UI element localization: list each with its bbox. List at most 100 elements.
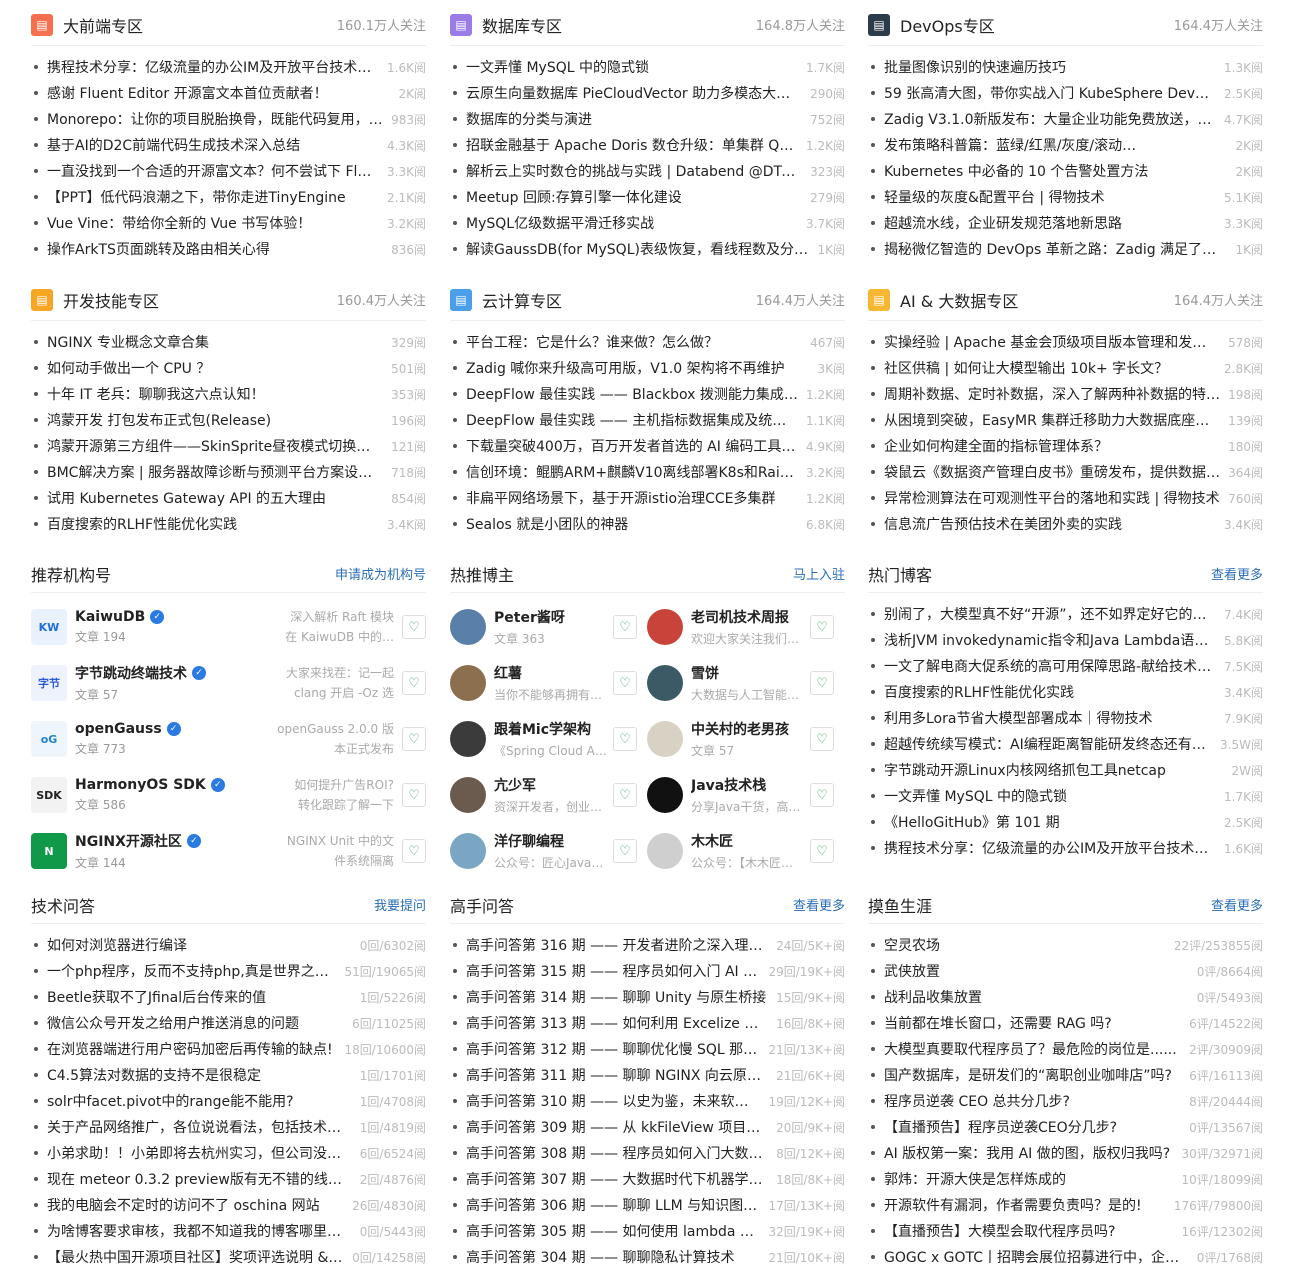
org-name-text[interactable]: openGauss [75, 721, 162, 737]
org-latest-article[interactable]: 深入解析 Raft 模块在 KaiwuDB 中的… [235, 607, 402, 647]
list-item[interactable]: 感谢 Fluent Editor 开源富文本首位贡献者！ 2K阅 [31, 80, 426, 106]
list-item[interactable]: 为啥博客要求审核，我都不知道我的博客哪里出了问题 0回/5443阅 [31, 1218, 426, 1244]
list-item[interactable]: 现在 meteor 0.3.2 preview版有无不错的线上例子 2回/4876… [31, 1166, 426, 1192]
list-item[interactable]: 高手问答第 309 期 —— 从 kkFileView 项目出发 20回/9K+阅 [450, 1114, 845, 1140]
follow-button[interactable]: ♡ [402, 783, 426, 807]
list-item[interactable]: MySQL亿级数据平滑迁移实战 3.7K阅 [450, 210, 845, 236]
list-item[interactable]: DeepFlow 最佳实践 —— 主机指标数据集成及统一展示 1.1K阅 [450, 407, 845, 433]
item-title[interactable]: 程序员逆袭 CEO 总共分几步? [884, 1091, 1189, 1111]
list-item[interactable]: 百度搜索的RLHF性能优化实践 3.4K阅 [31, 511, 426, 537]
follow-button[interactable]: ♡ [613, 727, 637, 751]
avatar[interactable] [647, 833, 683, 869]
article-title[interactable]: 非扁平网络场景下，基于开源istio治理CCE多集群 [466, 488, 806, 508]
list-item[interactable]: Beetle获取不了Jfinal后台传来的值 1回/5226阅 [31, 984, 426, 1010]
article-title[interactable]: 发布策略科普篇：蓝绿/红黑/灰度/滚动… [884, 135, 1235, 155]
article-title[interactable]: 【PPT】低代码浪潮之下，带你走进TinyEngine [47, 187, 387, 207]
item-title[interactable]: 一个php程序，反而不支持php,真是世界之大无奇不有 [47, 961, 345, 981]
avatar[interactable] [647, 609, 683, 645]
blogger-name[interactable]: 老司机技术周报 [691, 607, 804, 627]
item-title[interactable]: 一文了解电商大促系统的高可用保障思路-献给技术人员 [884, 656, 1224, 676]
list-item[interactable]: 《HelloGitHub》第 101 期 2.5K阅 [868, 809, 1263, 835]
article-title[interactable]: 数据库的分类与演进 [466, 109, 810, 129]
article-title[interactable]: Kubernetes 中必备的 10 个告警处置方法 [884, 161, 1235, 181]
article-title[interactable]: Meetup 回顾:存算引擎一体化建设 [466, 187, 810, 207]
list-item[interactable]: 高手问答第 305 期 —— 如何使用 lambda 表达式 32回/19K+阅 [450, 1218, 845, 1244]
item-title[interactable]: 高手问答第 304 期 —— 聊聊隐私计算技术 [466, 1247, 768, 1267]
list-item[interactable]: 微信公众号开发之给用户推送消息的问题 6回/11025阅 [31, 1010, 426, 1036]
article-title[interactable]: MySQL亿级数据平滑迁移实战 [466, 213, 806, 233]
item-title[interactable]: 别闹了，大模型真不好“开源”，还不如界定好它的开放程度 [884, 604, 1224, 624]
item-title[interactable]: 携程技术分享：亿级流量的办公IM及开放平台技术实践 [884, 838, 1224, 858]
article-title[interactable]: 社区供稿 | 如何让大模型输出 10k+ 字长文？ [884, 358, 1224, 378]
list-item[interactable]: 一文了解电商大促系统的高可用保障思路-献给技术人员 7.5K阅 [868, 653, 1263, 679]
list-item[interactable]: 一直没找到一个合适的开源富文本？何不尝试下 Fluent Editor3.3K阅 [31, 158, 426, 184]
item-title[interactable]: 为啥博客要求审核，我都不知道我的博客哪里出了问题 [47, 1221, 360, 1241]
article-title[interactable]: 解析云上实时数仓的挑战与实践 | Databend @DTCC 2024 [466, 161, 810, 181]
blogger-name[interactable]: 亢少军 [494, 775, 607, 795]
article-title[interactable]: 袋鼠云《数据资产管理白皮书》重磅发布，提供数据资产管理方法论 [884, 462, 1228, 482]
item-title[interactable]: 高手问答第 314 期 —— 聊聊 Unity 与原生桥接 [466, 987, 776, 1007]
list-item[interactable]: 高手问答第 311 期 —— 聊聊 NGINX 向云原生演进 21回/6K+阅 [450, 1062, 845, 1088]
list-item[interactable]: 关于产品网络推广，各位说说看法，包括技术的和非技术的1回/4819阅 [31, 1114, 426, 1140]
list-item[interactable]: BMC解决方案 | 服务器故障诊断与预测平台方案设计与实现 718阅 [31, 459, 426, 485]
article-title[interactable]: Vue Vine：带给你全新的 Vue 书写体验！ [47, 213, 387, 233]
list-item[interactable]: 高手问答第 308 期 —— 程序员如何入门大数据开发 8回/12K+阅 [450, 1140, 845, 1166]
article-title[interactable]: 感谢 Fluent Editor 开源富文本首位贡献者！ [47, 83, 398, 103]
blogger-name[interactable]: 雪饼 [691, 663, 804, 683]
item-title[interactable]: 高手问答第 305 期 —— 如何使用 lambda 表达式 [466, 1221, 768, 1241]
section-link[interactable]: 我要提问 [374, 895, 426, 914]
item-title[interactable]: 超越传统续写模式：AI编程距离智能研发终态还有多远 [884, 734, 1220, 754]
org-latest-article[interactable]: 大家来找茬：记一起 clang 开启 -Oz 选 [235, 663, 402, 703]
avatar[interactable] [450, 777, 486, 813]
org-name[interactable]: HarmonyOS SDK ✓ [75, 777, 235, 793]
list-item[interactable]: 【最火热中国开源项目社区】奖项评选说明 & 投票 0回/14258阅 [31, 1244, 426, 1270]
list-item[interactable]: 郭炜：开源大侠是怎样炼成的 10评/18099阅 [868, 1166, 1263, 1192]
list-item[interactable]: 小弟求助！！小弟即将去杭州实习，但公司没提供住宿 6回/6524阅 [31, 1140, 426, 1166]
follow-button[interactable]: ♡ [613, 671, 637, 695]
list-item[interactable]: 社区供稿 | 如何让大模型输出 10k+ 字长文？ 2.8K阅 [868, 355, 1263, 381]
list-item[interactable]: 【直播预告】程序员逆袭CEO分几步? 0评/13567阅 [868, 1114, 1263, 1140]
list-item[interactable]: 下载量突破400万，百万开发者首选的 AI 编码工具通义灵码 4.9K阅 [450, 433, 845, 459]
follow-button[interactable]: ♡ [810, 727, 834, 751]
list-item[interactable]: 如何动手做出一个 CPU ？ 501阅 [31, 355, 426, 381]
list-item[interactable]: 【PPT】低代码浪潮之下，带你走进TinyEngine 2.1K阅 [31, 184, 426, 210]
item-title[interactable]: 如何对浏览器进行编译 [47, 935, 360, 955]
list-item[interactable]: 携程技术分享：亿级流量的办公IM及开放平台技术实践 1.6K阅 [31, 54, 426, 80]
list-item[interactable]: 非扁平网络场景下，基于开源istio治理CCE多集群 1.2K阅 [450, 485, 845, 511]
org-name[interactable]: openGauss ✓ [75, 721, 235, 737]
article-title[interactable]: 信息流广告预估技术在美团外卖的实践 [884, 514, 1224, 534]
org-latest-article[interactable]: openGauss 2.0.0 版本正式发布 [235, 719, 402, 759]
avatar[interactable] [450, 609, 486, 645]
article-title[interactable]: 一直没找到一个合适的开源富文本？何不尝试下 Fluent Editor [47, 161, 387, 181]
item-title[interactable]: 【直播预告】程序员逆袭CEO分几步? [884, 1117, 1189, 1137]
org-name[interactable]: NGINX开源社区 ✓ [75, 831, 235, 851]
list-item[interactable]: 字节跳动开源Linux内核网络抓包工具netcap 2W阅 [868, 757, 1263, 783]
avatar[interactable] [647, 665, 683, 701]
org-name-text[interactable]: KaiwuDB [75, 609, 145, 625]
item-title[interactable]: 大模型真要取代程序员了？最危险的岗位是...... [884, 1039, 1189, 1059]
list-item[interactable]: 招联金融基于 Apache Doris 数仓升级：单集群 QPS 超 10w1.… [450, 132, 845, 158]
section-link[interactable]: 查看更多 [793, 895, 845, 914]
list-item[interactable]: 操作ArkTS页面跳转及路由相关心得 836阅 [31, 236, 426, 262]
list-item[interactable]: 数据库的分类与演进 752阅 [450, 106, 845, 132]
org-name[interactable]: 字节跳动终端技术 ✓ [75, 663, 235, 683]
item-title[interactable]: 关于产品网络推广，各位说说看法，包括技术的和非技术的 [47, 1117, 360, 1137]
zone-title[interactable]: 云计算专区 [482, 288, 756, 312]
org-name-text[interactable]: NGINX开源社区 [75, 831, 182, 851]
item-title[interactable]: 小弟求助！！小弟即将去杭州实习，但公司没提供住宿 [47, 1143, 360, 1163]
list-item[interactable]: 一文弄懂 MySQL 中的隐式锁 1.7K阅 [868, 783, 1263, 809]
article-title[interactable]: 超越流水线，企业研发规范落地新思路 [884, 213, 1224, 233]
list-item[interactable]: 平台工程：它是什么？谁来做？怎么做？ 467阅 [450, 329, 845, 355]
item-title[interactable]: 战利品收集放置 [884, 987, 1197, 1007]
list-item[interactable]: 从困境到突破，EasyMR 集群迁移助力大数据底座信创升级 139阅 [868, 407, 1263, 433]
zone-title[interactable]: 数据库专区 [482, 13, 756, 37]
zone-title[interactable]: 大前端专区 [63, 13, 337, 37]
item-title[interactable]: 高手问答第 315 期 —— 程序员如何入门 AI 应用开发 [466, 961, 768, 981]
article-title[interactable]: Monorepo：让你的项目脱胎换骨，既能代码复用，又能独立部署！ [47, 109, 391, 129]
list-item[interactable]: 解析云上实时数仓的挑战与实践 | Databend @DTCC 2024 323阅 [450, 158, 845, 184]
article-title[interactable]: 招联金融基于 Apache Doris 数仓升级：单集群 QPS 超 10w [466, 135, 806, 155]
list-item[interactable]: 59 张高清大图，带你实战入门 KubeSphere DevOps 2.5K阅 [868, 80, 1263, 106]
avatar[interactable] [450, 833, 486, 869]
article-title[interactable]: Zadig V3.1.0新版发布：大量企业功能免费放送，企业级开源 [884, 109, 1224, 129]
avatar[interactable] [647, 721, 683, 757]
